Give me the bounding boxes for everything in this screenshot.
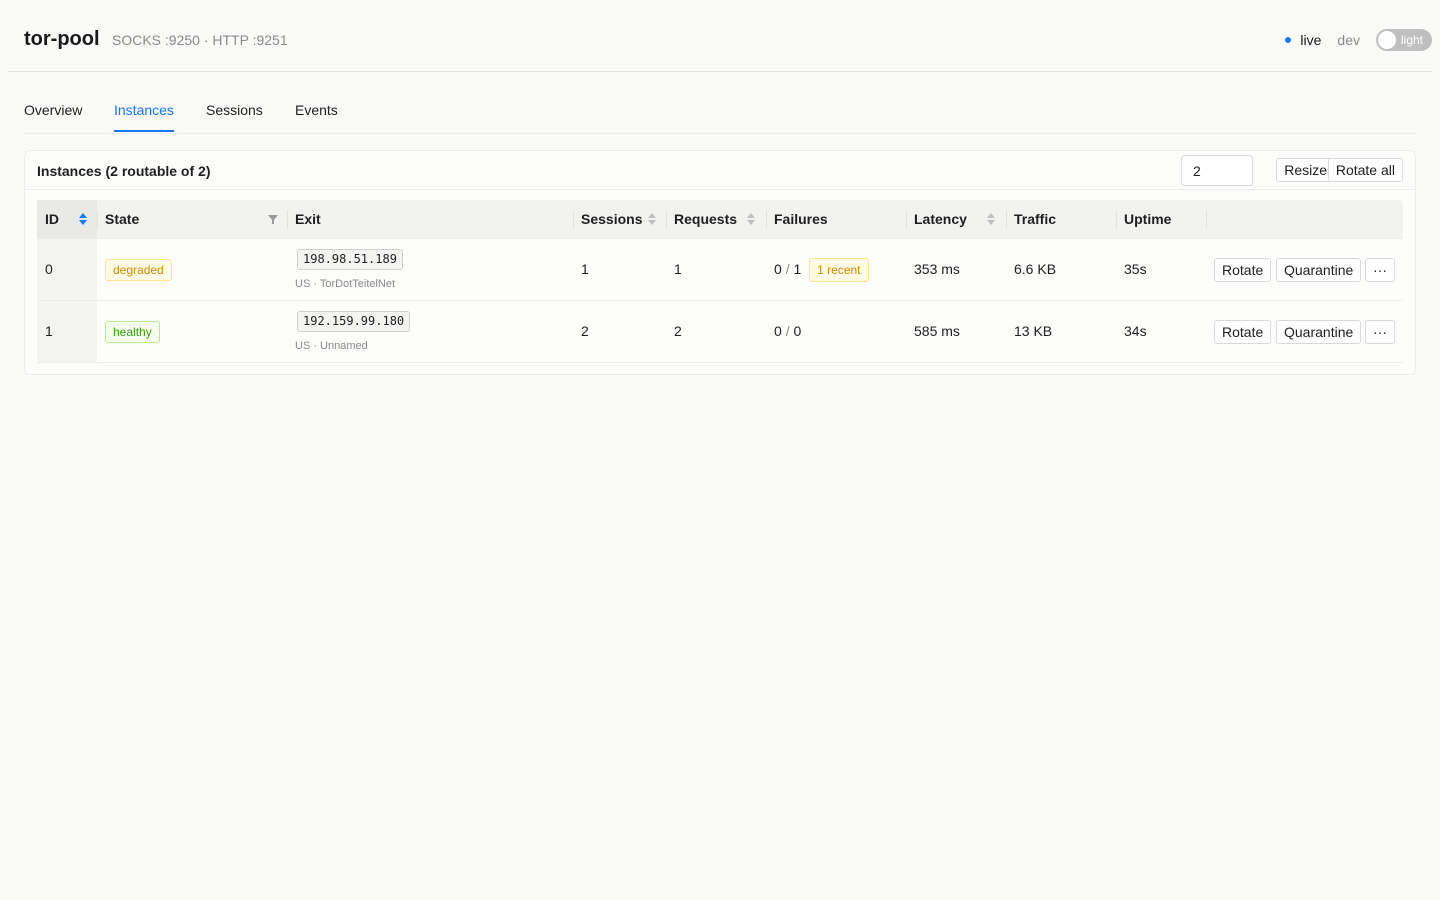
col-failures: Failures	[766, 200, 906, 239]
toggle-knob	[1378, 31, 1396, 49]
status-badge: degraded	[105, 259, 172, 282]
sort-icon[interactable]	[987, 213, 995, 227]
theme-toggle-label: light	[1400, 33, 1423, 47]
sort-icon[interactable]	[747, 213, 755, 227]
tab-sessions[interactable]: Sessions	[206, 102, 263, 130]
cell-traffic: 6.6 KB	[1014, 261, 1057, 277]
rotate-button[interactable]: Rotate	[1214, 258, 1272, 282]
col-sessions-label: Sessions	[581, 211, 643, 227]
live-dot-icon	[1285, 37, 1292, 43]
cell-uptime: 34s	[1124, 323, 1147, 339]
cell-sessions: 2	[581, 323, 589, 339]
tab-bar: Overview Instances Sessions Events	[24, 80, 1416, 134]
failures-total: 1	[793, 261, 802, 277]
col-failures-label: Failures	[774, 211, 828, 227]
header-status: live dev light	[1285, 28, 1432, 52]
exit-ip: 198.98.51.189	[297, 249, 403, 270]
cell-requests: 1	[674, 261, 682, 277]
status-badge: healthy	[105, 321, 160, 344]
cell-exit: 198.98.51.189 US · TorDotTeitelNet	[287, 239, 573, 300]
cell-exit: 192.159.99.180 US · Unnamed	[287, 301, 573, 362]
table-header: ID State Exit Sessions Requests Failures	[37, 200, 1403, 239]
cell-state: degraded	[97, 239, 287, 300]
quarantine-button[interactable]: Quarantine	[1276, 320, 1362, 344]
sort-asc-icon[interactable]	[79, 213, 87, 227]
rotate-all-button[interactable]: Rotate all	[1327, 158, 1403, 182]
col-traffic: Traffic	[1006, 200, 1116, 239]
app-title: tor-pool	[24, 28, 100, 50]
cell-id: 0	[37, 239, 97, 300]
more-actions-button[interactable]: ···	[1365, 320, 1395, 344]
more-actions-button[interactable]: ···	[1365, 258, 1395, 282]
instances-card: Instances (2 routable of 2) Resize Rotat…	[24, 150, 1416, 375]
col-requests[interactable]: Requests	[666, 200, 766, 239]
rotate-button[interactable]: Rotate	[1214, 320, 1272, 344]
tab-overview[interactable]: Overview	[24, 102, 82, 130]
cell-latency: 585 ms	[914, 323, 960, 339]
resize-button[interactable]: Resize	[1276, 158, 1335, 182]
col-latency-label: Latency	[914, 211, 967, 227]
table-row: 0 degraded 198.98.51.189 US · TorDotTeit…	[37, 239, 1403, 301]
table-row: 1 healthy 192.159.99.180 US · Unnamed 2 …	[37, 301, 1403, 363]
col-exit: Exit	[287, 200, 573, 239]
failures-separator: /	[785, 261, 790, 277]
port-info: SOCKS :9250 · HTTP :9251	[112, 32, 288, 48]
cell-traffic: 13 KB	[1014, 323, 1053, 339]
col-uptime: Uptime	[1116, 200, 1206, 239]
col-state-label: State	[105, 211, 140, 227]
exit-meta: US · Unnamed	[295, 340, 368, 352]
col-id-label: ID	[45, 211, 59, 227]
env-label: dev	[1337, 32, 1360, 48]
quarantine-button[interactable]: Quarantine	[1276, 258, 1362, 282]
cell-state: healthy	[97, 301, 287, 362]
cell-latency: 353 ms	[914, 261, 960, 277]
col-actions	[1206, 200, 1403, 239]
tab-instances[interactable]: Instances	[114, 102, 174, 132]
failures-total: 0	[793, 323, 802, 339]
col-requests-label: Requests	[674, 211, 738, 227]
col-exit-label: Exit	[295, 211, 321, 227]
failures-separator: /	[785, 323, 790, 339]
cell-failures: 0 / 0	[766, 301, 906, 362]
cell-id: 1	[37, 301, 97, 362]
col-latency[interactable]: Latency	[906, 200, 1006, 239]
col-state: State	[97, 200, 287, 239]
pool-size-input[interactable]	[1181, 155, 1253, 186]
sort-icon[interactable]	[648, 213, 656, 227]
cell-sessions: 1	[581, 261, 589, 277]
cell-uptime: 35s	[1124, 261, 1147, 277]
col-id[interactable]: ID	[37, 200, 97, 239]
recent-failures-badge: 1 recent	[809, 258, 869, 283]
col-uptime-label: Uptime	[1124, 211, 1172, 227]
failures-count: 0	[774, 323, 782, 339]
theme-toggle[interactable]: light	[1376, 29, 1432, 51]
col-sessions[interactable]: Sessions	[573, 200, 666, 239]
exit-meta: US · TorDotTeitelNet	[295, 278, 396, 290]
instances-table: ID State Exit Sessions Requests Failures	[37, 200, 1403, 363]
filter-icon[interactable]	[268, 215, 278, 224]
live-status: live	[1300, 32, 1322, 48]
card-title: Instances (2 routable of 2)	[37, 163, 211, 179]
tab-events[interactable]: Events	[295, 102, 338, 130]
col-traffic-label: Traffic	[1014, 211, 1057, 227]
cell-failures: 0 / 1 1 recent	[766, 239, 906, 300]
failures-count: 0	[774, 261, 782, 277]
exit-ip: 192.159.99.180	[297, 311, 411, 332]
card-header: Instances (2 routable of 2) Resize Rotat…	[25, 151, 1415, 190]
app-header: tor-pool SOCKS :9250 · HTTP :9251 live d…	[8, 0, 1432, 72]
cell-requests: 2	[674, 323, 682, 339]
